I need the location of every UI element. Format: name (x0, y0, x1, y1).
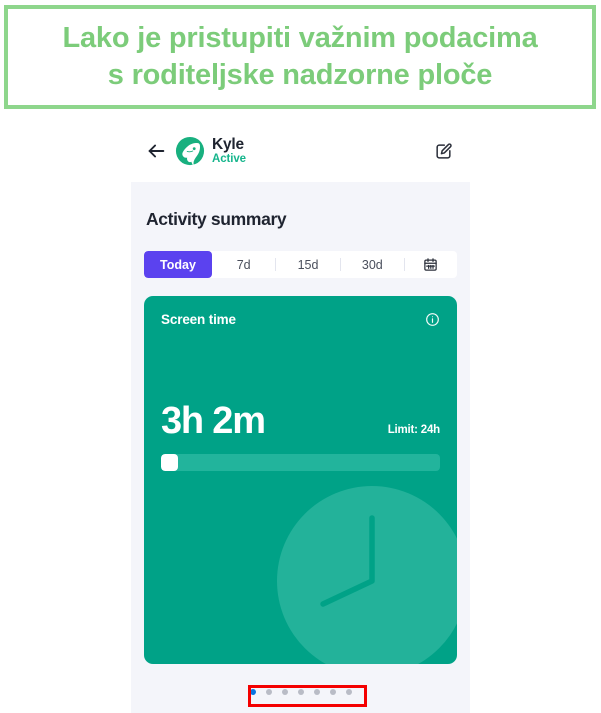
calendar-icon (424, 258, 438, 271)
screen-time-metric: 3h 2m Limit: 24h (161, 402, 440, 440)
activity-content: Activity summary Today 7d 15d 30d Screen… (131, 182, 470, 713)
card-header: Screen time (161, 312, 440, 327)
edit-pencil-icon[interactable] (434, 142, 453, 161)
info-circle-icon[interactable] (425, 312, 440, 327)
carousel-dots-wrapper (131, 684, 470, 700)
screenshot-root: Lako je pristupiti važnim podacima s rod… (0, 0, 601, 713)
card-title: Screen time (161, 312, 236, 327)
tab-7d[interactable]: 7d (212, 251, 275, 278)
screen-time-limit: Limit: 24h (387, 424, 441, 436)
carousel-dot[interactable] (281, 689, 288, 695)
range-tab-bar: Today 7d 15d 30d (144, 251, 457, 278)
app-header: Kyle Active (131, 120, 470, 182)
carousel-dot[interactable] (265, 689, 272, 695)
tab-15d[interactable]: 15d (276, 251, 339, 278)
caption-banner: Lako je pristupiti važnim podacima s rod… (4, 5, 596, 109)
page-title: Activity summary (146, 209, 287, 229)
user-info: Kyle Active (212, 135, 246, 166)
carousel-dot[interactable] (329, 689, 336, 695)
dolphin-avatar-icon (175, 136, 205, 166)
screen-time-progress-bar (161, 454, 440, 471)
screen-time-card[interactable]: Screen time 3h 2m Limit: 24h (144, 296, 457, 664)
tab-today[interactable]: Today (144, 251, 212, 278)
back-arrow-icon[interactable] (145, 140, 167, 162)
carousel-dots[interactable] (241, 684, 361, 700)
tab-30d[interactable]: 30d (341, 251, 404, 278)
carousel-dot[interactable] (297, 689, 304, 695)
user-name: Kyle (212, 135, 244, 153)
screen-time-progress-fill (161, 454, 179, 471)
tab-custom-date[interactable] (405, 251, 457, 278)
user-status: Active (212, 153, 246, 165)
carousel-dot[interactable] (345, 689, 352, 695)
carousel-dot[interactable] (249, 689, 256, 695)
phone-screenshot: Kyle Active Activity summary Today 7d 15… (131, 120, 470, 713)
carousel-dot[interactable] (313, 689, 320, 695)
caption-text: Lako je pristupiti važnim podacima s rod… (62, 22, 538, 91)
card-content: Screen time 3h 2m Limit: 24h (144, 296, 457, 664)
screen-time-value: 3h 2m (161, 400, 266, 442)
